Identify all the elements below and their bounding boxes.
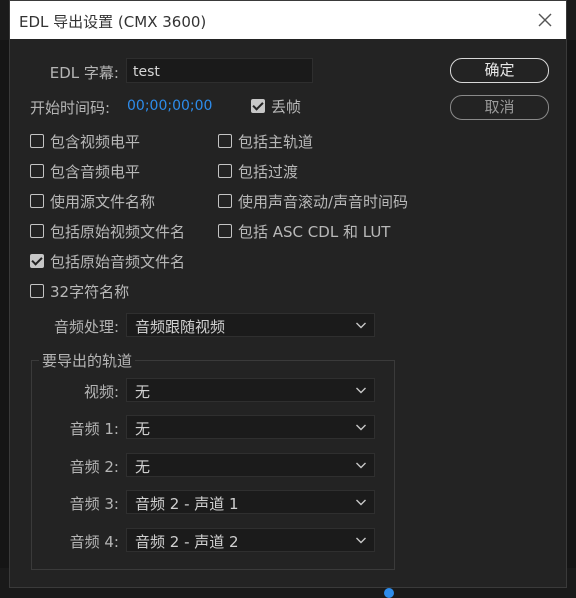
audio2-track-select[interactable]: 无 bbox=[126, 453, 375, 477]
audio-processing-select[interactable]: 音频跟随视频 bbox=[126, 313, 375, 337]
option-label: 包含视频电平 bbox=[50, 132, 141, 151]
background-left bbox=[0, 40, 9, 598]
option-label: 包括主轨道 bbox=[238, 132, 314, 151]
option-include-video-levels[interactable]: 包含视频电平 bbox=[30, 130, 140, 152]
chevron-down-icon bbox=[356, 537, 366, 544]
close-icon bbox=[538, 13, 552, 27]
video-track-select[interactable]: 无 bbox=[126, 378, 375, 402]
option-include-original-audio-filename[interactable]: 包括原始音频文件名 bbox=[30, 250, 185, 272]
option-32-char-names[interactable]: 32字符名称 bbox=[30, 280, 129, 302]
close-button[interactable] bbox=[532, 7, 558, 33]
chevron-down-icon bbox=[356, 322, 366, 329]
edl-export-dialog: EDL 导出设置 (CMX 3600) EDL 字幕: test 开始时间码: … bbox=[9, 0, 567, 588]
checkbox-box bbox=[30, 194, 44, 208]
select-value: 无 bbox=[135, 420, 151, 438]
option-label: 使用声音滚动/声音时间码 bbox=[238, 192, 409, 211]
option-label: 包含音频电平 bbox=[50, 162, 141, 181]
playhead-marker bbox=[384, 588, 394, 598]
option-use-source-file-name[interactable]: 使用源文件名称 bbox=[30, 190, 155, 212]
chevron-down-icon bbox=[356, 462, 366, 469]
select-value: 音频 2 - 声道 1 bbox=[135, 495, 239, 513]
edl-title-label: EDL 字幕: bbox=[49, 64, 119, 82]
option-include-asc-cdl-lut[interactable]: 包括 ASC CDL 和 LUT bbox=[218, 220, 390, 242]
drop-frame-box bbox=[251, 99, 265, 113]
checkbox-box bbox=[30, 254, 44, 268]
select-value: 无 bbox=[135, 383, 151, 401]
ok-button[interactable]: 确定 bbox=[450, 58, 549, 83]
dialog-title: EDL 导出设置 (CMX 3600) bbox=[19, 13, 207, 31]
drop-frame-label: 丢帧 bbox=[271, 97, 302, 116]
chevron-down-icon bbox=[356, 499, 366, 506]
checkbox-box bbox=[218, 224, 232, 238]
audio4-track-label: 音频 4: bbox=[69, 533, 119, 551]
edl-title-input[interactable]: test bbox=[126, 58, 313, 83]
audio4-track-select[interactable]: 音频 2 - 声道 2 bbox=[126, 528, 375, 552]
option-label: 使用源文件名称 bbox=[50, 192, 156, 211]
checkbox-box bbox=[30, 134, 44, 148]
cancel-button[interactable]: 取消 bbox=[450, 95, 549, 120]
audio-processing-label: 音频处理: bbox=[53, 318, 119, 336]
option-include-audio-levels[interactable]: 包含音频电平 bbox=[30, 160, 140, 182]
option-include-original-video-filename[interactable]: 包括原始视频文件名 bbox=[30, 220, 185, 242]
background-right bbox=[567, 40, 576, 598]
audio2-track-label: 音频 2: bbox=[69, 458, 119, 476]
option-label: 包括原始视频文件名 bbox=[50, 222, 186, 241]
audio1-track-label: 音频 1: bbox=[69, 420, 119, 438]
checkbox-box bbox=[218, 164, 232, 178]
drop-frame-checkbox[interactable]: 丢帧 bbox=[251, 95, 301, 117]
start-timecode-value[interactable]: 00;00;00;00 bbox=[127, 98, 212, 114]
chevron-down-icon bbox=[356, 387, 366, 394]
checkbox-box bbox=[30, 284, 44, 298]
audio1-track-select[interactable]: 无 bbox=[126, 415, 375, 439]
checkbox-box bbox=[30, 164, 44, 178]
option-sound-roll-timecode[interactable]: 使用声音滚动/声音时间码 bbox=[218, 190, 408, 212]
video-track-label: 视频: bbox=[83, 383, 119, 401]
checkbox-box bbox=[218, 194, 232, 208]
select-value: 音频跟随视频 bbox=[135, 318, 226, 336]
title-bar: EDL 导出设置 (CMX 3600) bbox=[10, 1, 566, 39]
start-timecode-label: 开始时间码: bbox=[30, 99, 111, 117]
audio3-track-select[interactable]: 音频 2 - 声道 1 bbox=[126, 490, 375, 514]
option-label: 包括 ASC CDL 和 LUT bbox=[238, 222, 391, 241]
checkbox-box bbox=[218, 134, 232, 148]
checkbox-box bbox=[30, 224, 44, 238]
chevron-down-icon bbox=[356, 424, 366, 431]
option-include-master-track[interactable]: 包括主轨道 bbox=[218, 130, 313, 152]
option-include-transitions[interactable]: 包括过渡 bbox=[218, 160, 298, 182]
option-label: 包括过渡 bbox=[238, 162, 299, 181]
tracks-group-title: 要导出的轨道 bbox=[39, 350, 136, 371]
option-label: 32字符名称 bbox=[50, 282, 130, 301]
select-value: 无 bbox=[135, 458, 151, 476]
audio3-track-label: 音频 3: bbox=[69, 495, 119, 513]
select-value: 音频 2 - 声道 2 bbox=[135, 533, 239, 551]
option-label: 包括原始音频文件名 bbox=[50, 252, 186, 271]
